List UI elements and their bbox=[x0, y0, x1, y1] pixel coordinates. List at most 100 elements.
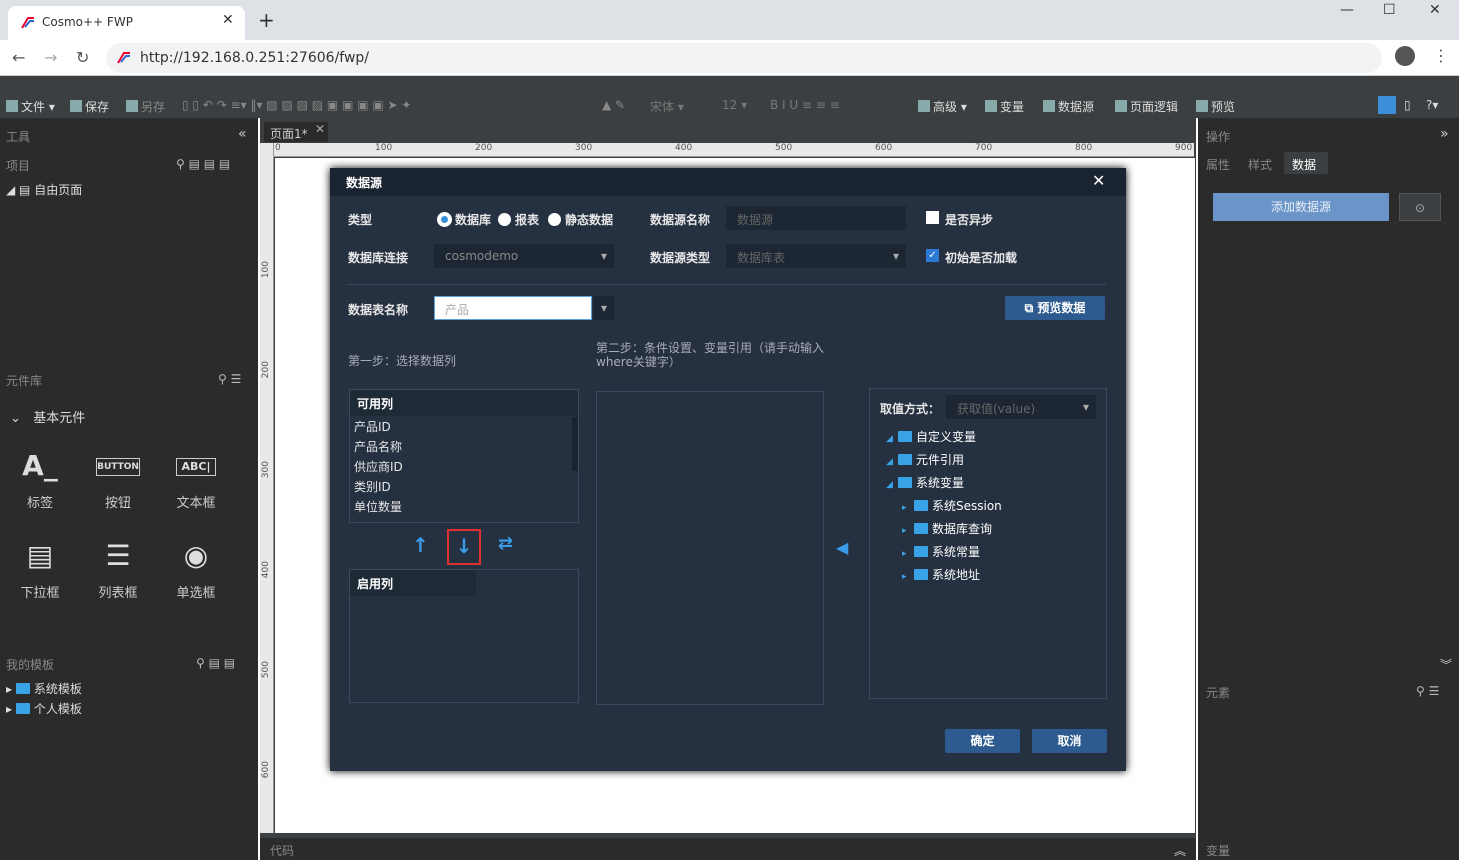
table-name-dropdown-icon[interactable]: ▾ bbox=[594, 296, 614, 320]
ds-name-input[interactable]: 数据源 bbox=[726, 206, 906, 230]
font-select[interactable]: 宋体 ▾ bbox=[650, 98, 714, 115]
save-button[interactable]: 保存 bbox=[70, 98, 109, 115]
dialog-close-icon[interactable]: ✕ bbox=[1092, 171, 1105, 190]
tab-properties[interactable]: 属性 bbox=[1206, 156, 1230, 173]
menu-icon[interactable]: ⋮ bbox=[1433, 46, 1449, 65]
async-checkbox[interactable] bbox=[926, 211, 939, 224]
text-format-tools[interactable]: B I U ≡ ≡ ≡ bbox=[770, 98, 840, 112]
help-icon[interactable]: ?▾ bbox=[1426, 98, 1438, 112]
color-tools[interactable]: ▲ ✎ bbox=[602, 98, 625, 112]
variables-button[interactable]: 变量 bbox=[985, 98, 1024, 115]
dropdown-component[interactable]: ▤ 下拉框 bbox=[5, 538, 75, 601]
ruler-tick-label: 500 bbox=[261, 661, 271, 679]
basic-components-group[interactable]: ⌄ 基本元件 bbox=[10, 407, 85, 426]
column-item[interactable]: 供应商ID bbox=[350, 456, 578, 476]
datasource-button[interactable]: 数据源 bbox=[1043, 98, 1094, 115]
project-actions[interactable]: ⚲ ▤ ▤ ▤ bbox=[176, 157, 230, 171]
maximize-icon[interactable]: ☐ bbox=[1383, 2, 1396, 18]
ruler-tick-label: 400 bbox=[261, 561, 271, 579]
tab-styles[interactable]: 样式 bbox=[1248, 156, 1272, 173]
personal-templates-node[interactable]: ▸ 个人模板 bbox=[6, 700, 82, 717]
reload-icon[interactable]: ↻ bbox=[76, 48, 89, 67]
type-radio-database[interactable]: 数据库 bbox=[438, 211, 491, 228]
browser-tab[interactable]: Cosmo++ FWP ✕ bbox=[8, 6, 245, 40]
close-window-icon[interactable]: ✕ bbox=[1429, 2, 1441, 18]
forward-icon[interactable]: → bbox=[44, 48, 57, 67]
insert-variable-icon[interactable]: ◀ bbox=[836, 538, 848, 557]
tree-node-component-ref[interactable]: ◢ 元件引用 bbox=[886, 451, 964, 468]
free-page-node[interactable]: ◢ ▤ 自由页面 bbox=[6, 181, 82, 198]
app-toolbar: 文件 ▾ 保存 另存 ▯ ▯ ↶ ↷ ≡▾ ‖▾ ▨ ▨ ▨ ▨ ▣ ▣ ▣ ▣… bbox=[0, 94, 1459, 118]
ds-name-label: 数据源名称 bbox=[650, 213, 711, 227]
font-size-select[interactable]: 12 ▾ bbox=[722, 98, 762, 112]
column-item[interactable]: 单位数量 bbox=[350, 496, 578, 516]
swap-icon[interactable]: ⇄ bbox=[498, 533, 513, 554]
type-radio-static[interactable]: 静态数据 bbox=[548, 211, 613, 228]
tree-node-custom-vars[interactable]: ◢ 自定义变量 bbox=[886, 428, 976, 445]
preview-button[interactable]: 预览 bbox=[1196, 98, 1235, 115]
ok-button[interactable]: 确定 bbox=[945, 729, 1020, 753]
profile-icon[interactable] bbox=[1395, 46, 1415, 66]
listbox-component[interactable]: ☰ 列表框 bbox=[83, 538, 153, 601]
code-bar[interactable]: 代码 ︽ bbox=[260, 838, 1196, 860]
tree-node-system-vars[interactable]: ◢ 系统变量 bbox=[886, 474, 964, 491]
datasource-dialog: 数据源 ✕ 类型 数据库 报表 静态数据 数据源名称 数据源 是否异步 数据库连… bbox=[330, 168, 1126, 771]
available-columns-list[interactable]: 可用列 产品ID 产品名称 供应商ID 类别ID 单位数量 bbox=[349, 389, 579, 523]
radio-component[interactable]: ◉ 单选框 bbox=[161, 538, 231, 601]
component-search-icon[interactable]: ⚲ ☰ bbox=[218, 372, 241, 386]
mobile-view-icon[interactable]: ▯ bbox=[1404, 98, 1411, 112]
tab-title: Cosmo++ FWP bbox=[42, 15, 133, 29]
system-templates-node[interactable]: ▸ 系统模板 bbox=[6, 680, 82, 697]
type-radio-report[interactable]: 报表 bbox=[498, 211, 539, 228]
add-column-button[interactable]: ↓ bbox=[447, 529, 481, 565]
button-component[interactable]: BUTTON 按钮 bbox=[83, 448, 153, 511]
ds-type-select[interactable]: 数据库表 ▾ bbox=[726, 244, 906, 268]
back-icon[interactable]: ← bbox=[12, 48, 25, 67]
column-item[interactable]: 产品名称 bbox=[350, 436, 578, 456]
cancel-button[interactable]: 取消 bbox=[1032, 729, 1107, 753]
condition-textarea[interactable] bbox=[596, 391, 824, 705]
ruler-tick-label: 600 bbox=[875, 143, 893, 153]
elements-search-icon[interactable]: ⚲ ☰ bbox=[1416, 684, 1439, 698]
add-datasource-button[interactable]: 添加数据源 bbox=[1213, 193, 1389, 221]
value-mode-select[interactable]: 获取值(value) ▾ bbox=[946, 395, 1096, 419]
db-conn-label: 数据库连接 bbox=[348, 251, 409, 265]
ruler-tick-label: 300 bbox=[261, 461, 271, 479]
expand-icon[interactable]: ︾ bbox=[1440, 656, 1452, 673]
column-item[interactable]: 类别ID bbox=[350, 476, 578, 496]
textbox-component[interactable]: ABC| 文本框 bbox=[161, 448, 231, 511]
db-conn-select[interactable]: cosmodemo ▾ bbox=[434, 244, 614, 268]
tree-node-db-query[interactable]: ▸ 数据库查询 bbox=[902, 520, 992, 537]
tab-data[interactable]: 数据 bbox=[1284, 152, 1328, 174]
scrollbar[interactable] bbox=[572, 417, 578, 471]
close-page-tab-icon[interactable]: ✕ bbox=[315, 122, 325, 136]
new-tab-icon[interactable]: + bbox=[258, 8, 275, 32]
tree-node-system-session[interactable]: ▸ 系统Session bbox=[902, 497, 1002, 514]
advanced-menu[interactable]: 高级 ▾ bbox=[918, 98, 967, 115]
template-actions[interactable]: ⚲ ▤ ▤ bbox=[196, 656, 235, 670]
file-menu[interactable]: 文件 ▾ bbox=[6, 98, 55, 115]
preview-data-button[interactable]: ⧉ 预览数据 bbox=[1005, 296, 1105, 320]
ruler-tick-label: 200 bbox=[475, 143, 493, 153]
move-up-icon[interactable]: ↑ bbox=[412, 533, 429, 557]
tree-node-system-constants[interactable]: ▸ 系统常量 bbox=[902, 543, 980, 560]
label-component[interactable]: A_ 标签 bbox=[5, 448, 75, 511]
datasource-options-icon[interactable]: ⊙ bbox=[1399, 193, 1441, 221]
close-tab-icon[interactable]: ✕ bbox=[222, 12, 234, 28]
page-logic-button[interactable]: 页面逻辑 bbox=[1115, 98, 1178, 115]
minimize-icon[interactable]: — bbox=[1340, 2, 1354, 18]
url-field[interactable]: http://192.168.0.251:27606/fwp/ bbox=[106, 43, 1382, 73]
table-name-input[interactable]: 产品 bbox=[434, 296, 592, 320]
step2-text: 第二步：条件设置、变量引用（请手动输入where关键字） bbox=[596, 341, 825, 369]
save-as-button[interactable]: 另存 bbox=[126, 98, 165, 115]
tree-node-system-address[interactable]: ▸ 系统地址 bbox=[902, 566, 980, 583]
collapse-right-icon[interactable]: » bbox=[1440, 126, 1449, 142]
desktop-view-icon[interactable] bbox=[1378, 96, 1396, 114]
enabled-columns-list[interactable]: 启用列 bbox=[349, 569, 579, 703]
edit-tools[interactable]: ▯ ▯ ↶ ↷ ≡▾ ‖▾ ▨ ▨ ▨ ▨ ▣ ▣ ▣ ▣ ➤ ✦ bbox=[182, 98, 411, 112]
ruler-tick-label: 100 bbox=[375, 143, 393, 153]
collapse-left-icon[interactable]: « bbox=[238, 126, 247, 142]
init-load-checkbox[interactable]: ✓ bbox=[926, 249, 939, 262]
type-label: 类型 bbox=[348, 213, 373, 227]
column-item[interactable]: 产品ID bbox=[350, 416, 578, 436]
